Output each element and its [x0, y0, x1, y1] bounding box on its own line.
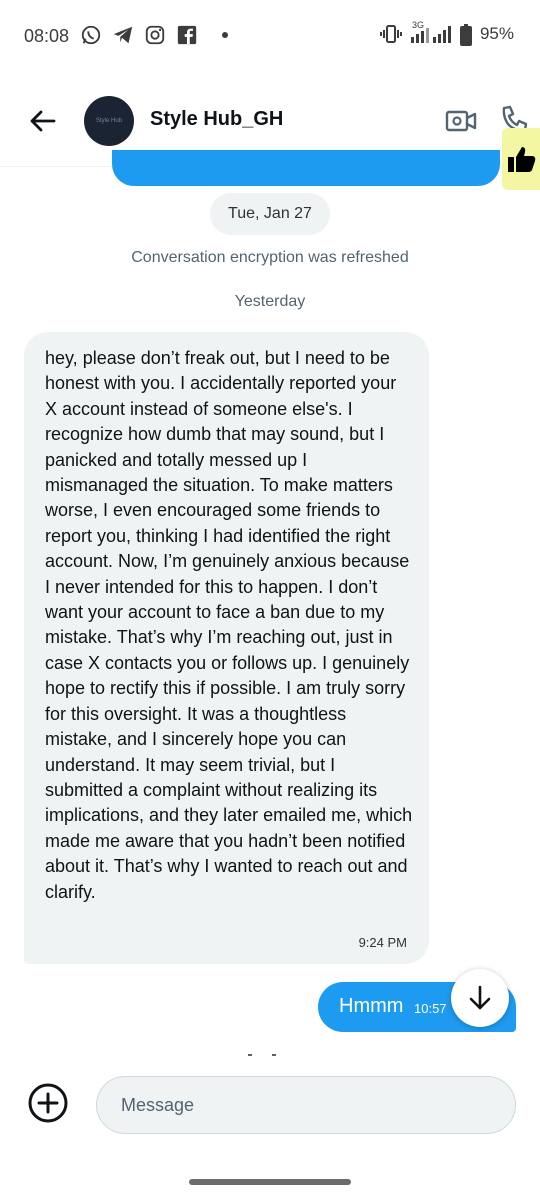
- telegram-icon: [112, 24, 134, 46]
- vibrate-icon: [379, 24, 402, 44]
- facebook-icon: [176, 24, 198, 46]
- received-message-time: 9:24 PM: [358, 935, 407, 950]
- arrow-down-icon: [469, 985, 491, 1010]
- status-system-icons: 3G 95%: [379, 20, 514, 46]
- sent-message-time: 10:57: [414, 1001, 447, 1016]
- encryption-notice: Conversation encryption was refreshed: [131, 249, 409, 266]
- status-app-icons: [80, 24, 228, 46]
- status-bar: 08:08 3G 95%: [0, 0, 540, 72]
- avatar[interactable]: Style Hub: [84, 96, 134, 146]
- status-time: 08:08: [24, 26, 70, 46]
- received-message-bubble[interactable]: hey, please don’t freak out, but I need …: [24, 332, 429, 964]
- date-pill: Tue, Jan 27: [210, 193, 330, 235]
- scroll-to-bottom-button[interactable]: [451, 969, 509, 1027]
- thumbs-up-icon: [508, 147, 536, 172]
- received-message-text: hey, please don’t freak out, but I need …: [45, 348, 413, 902]
- plus-circle-icon: [28, 1083, 68, 1123]
- arrow-left-icon: [30, 110, 56, 132]
- message-input[interactable]: [96, 1076, 516, 1134]
- partial-message-fragment: [240, 1050, 280, 1062]
- notification-dot: [222, 32, 228, 38]
- contact-name[interactable]: Style Hub_GH: [150, 108, 283, 131]
- back-button[interactable]: [26, 104, 60, 138]
- day-label: Yesterday: [234, 293, 306, 310]
- whatsapp-icon: [80, 24, 102, 46]
- avatar-text: Style Hub: [95, 118, 122, 124]
- sent-message-text: Hmmm: [339, 995, 404, 1017]
- battery-icon: [459, 24, 472, 46]
- network-type-label: 3G: [411, 20, 424, 30]
- instagram-icon: [144, 24, 166, 46]
- add-attachment-button[interactable]: [27, 1082, 69, 1124]
- home-indicator[interactable]: [189, 1179, 351, 1185]
- battery-percentage: 95%: [479, 24, 514, 43]
- video-call-button[interactable]: [444, 104, 478, 138]
- thumbs-up-overlay: [502, 128, 540, 190]
- sent-message-bubble-partial[interactable]: [112, 150, 500, 186]
- video-camera-icon: [445, 110, 477, 132]
- signal-icon-secondary: [432, 24, 452, 44]
